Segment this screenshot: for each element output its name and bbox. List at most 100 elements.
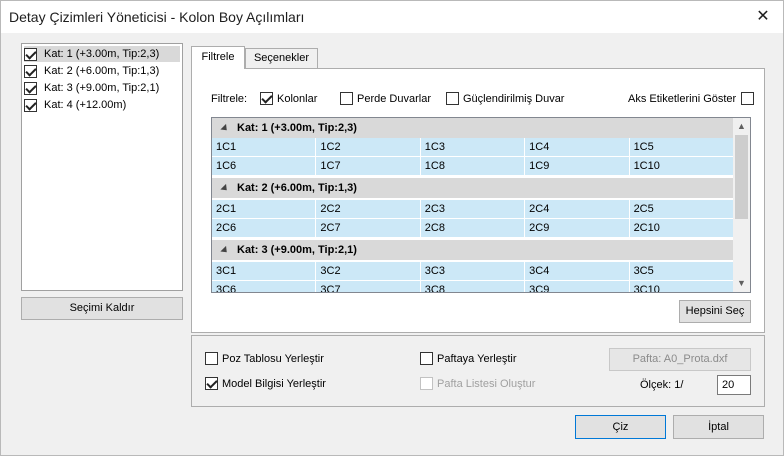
grid-cell[interactable]: 3C6 [212,281,317,292]
collapse-arrow-icon[interactable] [220,245,230,255]
floor-list-item[interactable]: Kat: 3 (+9.00m, Tip:2,1) [24,80,180,96]
filter-reinforced-wall-checkbox[interactable] [446,92,459,105]
scale-label: Ölçek: 1/ [640,379,684,391]
place-on-sheet-option[interactable]: Paftaya Yerleştir [420,352,517,365]
select-all-button[interactable]: Hepsini Seç [679,300,751,323]
scale-input[interactable]: 20 [717,375,751,395]
create-sheet-list-checkbox [420,377,433,390]
place-on-sheet-checkbox[interactable] [420,352,433,365]
tab-filter[interactable]: Filtrele [191,46,245,69]
floor-checkbox[interactable] [24,98,37,112]
collapse-arrow-icon[interactable] [220,123,230,133]
collapse-arrow-icon[interactable] [220,183,230,193]
show-axis-labels-label: Aks Etiketlerini Göster [628,92,737,105]
grid-cell[interactable]: 2C1 [212,200,317,219]
floor-checkbox[interactable] [24,81,37,95]
show-axis-labels-checkbox[interactable] [741,92,755,105]
cancel-button[interactable]: İptal [673,415,764,439]
filter-reinforced-wall-label: Güçlendirilmiş Duvar [463,92,565,105]
filter-columns-checkbox[interactable] [260,92,273,105]
grid-cell[interactable]: 3C4 [525,262,630,281]
filter-shear-walls-label: Perde Duvarlar [357,92,431,105]
clear-selection-button[interactable]: Seçimi Kaldır [21,297,183,320]
window-title: Detay Çizimleri Yöneticisi - Kolon Boy A… [9,9,305,25]
grid-cell[interactable]: 2C5 [629,200,734,219]
grid-cell[interactable]: 2C4 [525,200,630,219]
grid-cell[interactable]: 1C8 [420,157,526,176]
table-row[interactable]: 3C1 3C2 3C3 3C4 3C5 [212,262,734,281]
place-on-sheet-label: Paftaya Yerleştir [437,352,517,365]
floor-list-item[interactable]: Kat: 4 (+12.00m) [24,97,180,113]
place-poz-table-checkbox[interactable] [205,352,218,365]
floor-list[interactable]: Kat: 1 (+3.00m, Tip:2,3) Kat: 2 (+6.00m,… [21,43,183,291]
grid-cell[interactable]: 1C10 [629,157,734,176]
grid-cell[interactable]: 3C2 [316,262,421,281]
grid-cell[interactable]: 3C9 [525,281,630,292]
grid-group-header[interactable]: Kat: 1 (+3.00m, Tip:2,3) [212,118,734,138]
place-model-info-label: Model Bilgisi Yerleştir [222,377,326,390]
grid-cell[interactable]: 3C8 [420,281,526,292]
tab-options[interactable]: Seçenekler [245,48,318,68]
group-header-label: Kat: 2 (+6.00m, Tip:1,3) [237,182,357,194]
grid-cell[interactable]: 1C2 [316,138,421,157]
grid-cell[interactable]: 3C10 [629,281,734,292]
create-sheet-list-option: Pafta Listesi Oluştur [420,377,535,390]
grid-cell[interactable]: 2C9 [525,219,630,238]
floor-list-item[interactable]: Kat: 2 (+6.00m, Tip:1,3) [24,63,180,79]
place-poz-table-label: Poz Tablosu Yerleştir [222,352,324,365]
table-row[interactable]: 3C6 3C7 3C8 3C9 3C10 [212,281,734,292]
floor-label: Kat: 1 (+3.00m, Tip:2,3) [44,48,160,60]
dialog-window: Detay Çizimleri Yöneticisi - Kolon Boy A… [0,0,784,456]
grid-cell[interactable]: 3C1 [212,262,317,281]
grid-group-header[interactable]: Kat: 3 (+9.00m, Tip:2,1) [212,240,734,260]
grid-cell[interactable]: 3C5 [629,262,734,281]
show-axis-labels-option[interactable]: Aks Etiketlerini Göster [628,92,755,105]
grid-cell[interactable]: 1C4 [525,138,630,157]
create-sheet-list-label: Pafta Listesi Oluştur [437,377,536,390]
floor-label: Kat: 4 (+12.00m) [44,99,127,111]
table-row[interactable]: 2C1 2C2 2C3 2C4 2C5 [212,200,734,219]
filter-columns-label: Kolonlar [277,92,318,105]
scroll-down-icon[interactable]: ▼ [733,275,750,292]
options-panel: Poz Tablosu Yerleştir Model Bilgisi Yerl… [191,335,765,407]
table-row[interactable]: 1C6 1C7 1C8 1C9 1C10 [212,157,734,176]
place-model-info-checkbox[interactable] [205,377,218,390]
grid-cell[interactable]: 3C7 [316,281,421,292]
grid-cell[interactable]: 2C2 [316,200,421,219]
grid-cell[interactable]: 1C5 [629,138,734,157]
floor-label: Kat: 2 (+6.00m, Tip:1,3) [44,65,160,77]
grid-cell[interactable]: 1C3 [420,138,526,157]
grid-cell[interactable]: 2C7 [316,219,421,238]
floor-checkbox[interactable] [24,64,37,78]
grid-cell[interactable]: 2C8 [420,219,526,238]
draw-button[interactable]: Çiz [575,415,666,439]
table-row[interactable]: 1C1 1C2 1C3 1C4 1C5 [212,138,734,157]
grid-group-header[interactable]: Kat: 2 (+6.00m, Tip:1,3) [212,178,734,198]
filter-reinforced-wall-option[interactable]: Güçlendirilmiş Duvar [446,92,564,105]
sheet-file-button: Pafta: A0_Prota.dxf [609,348,751,371]
grid-cell[interactable]: 2C3 [420,200,526,219]
grid-cell[interactable]: 2C6 [212,219,317,238]
title-bar: Detay Çizimleri Yöneticisi - Kolon Boy A… [1,1,783,33]
grid-cell[interactable]: 1C9 [525,157,630,176]
column-grid[interactable]: Kat: 1 (+3.00m, Tip:2,3) 1C1 1C2 1C3 1C4… [211,117,751,293]
floor-checkbox[interactable] [24,47,37,61]
scroll-thumb[interactable] [735,135,748,219]
filter-shear-walls-checkbox[interactable] [340,92,353,105]
grid-cell[interactable]: 1C1 [212,138,317,157]
grid-cell[interactable]: 1C7 [316,157,421,176]
filter-shear-walls-option[interactable]: Perde Duvarlar [340,92,431,105]
floor-label: Kat: 3 (+9.00m, Tip:2,1) [44,82,160,94]
grid-cell[interactable]: 2C10 [629,219,734,238]
table-row[interactable]: 2C6 2C7 2C8 2C9 2C10 [212,219,734,238]
floor-list-item[interactable]: Kat: 1 (+3.00m, Tip:2,3) [24,46,180,62]
filter-columns-option[interactable]: Kolonlar [260,92,317,105]
close-icon[interactable]: ✕ [753,7,773,27]
place-poz-table-option[interactable]: Poz Tablosu Yerleştir [205,352,324,365]
scroll-up-icon[interactable]: ▲ [733,118,750,135]
place-model-info-option[interactable]: Model Bilgisi Yerleştir [205,377,326,390]
grid-scrollbar[interactable]: ▲ ▼ [733,118,750,292]
filter-tab-panel: Filtrele: Kolonlar Perde Duvarlar Güçlen… [191,68,765,333]
grid-cell[interactable]: 3C3 [420,262,526,281]
grid-cell[interactable]: 1C6 [212,157,317,176]
